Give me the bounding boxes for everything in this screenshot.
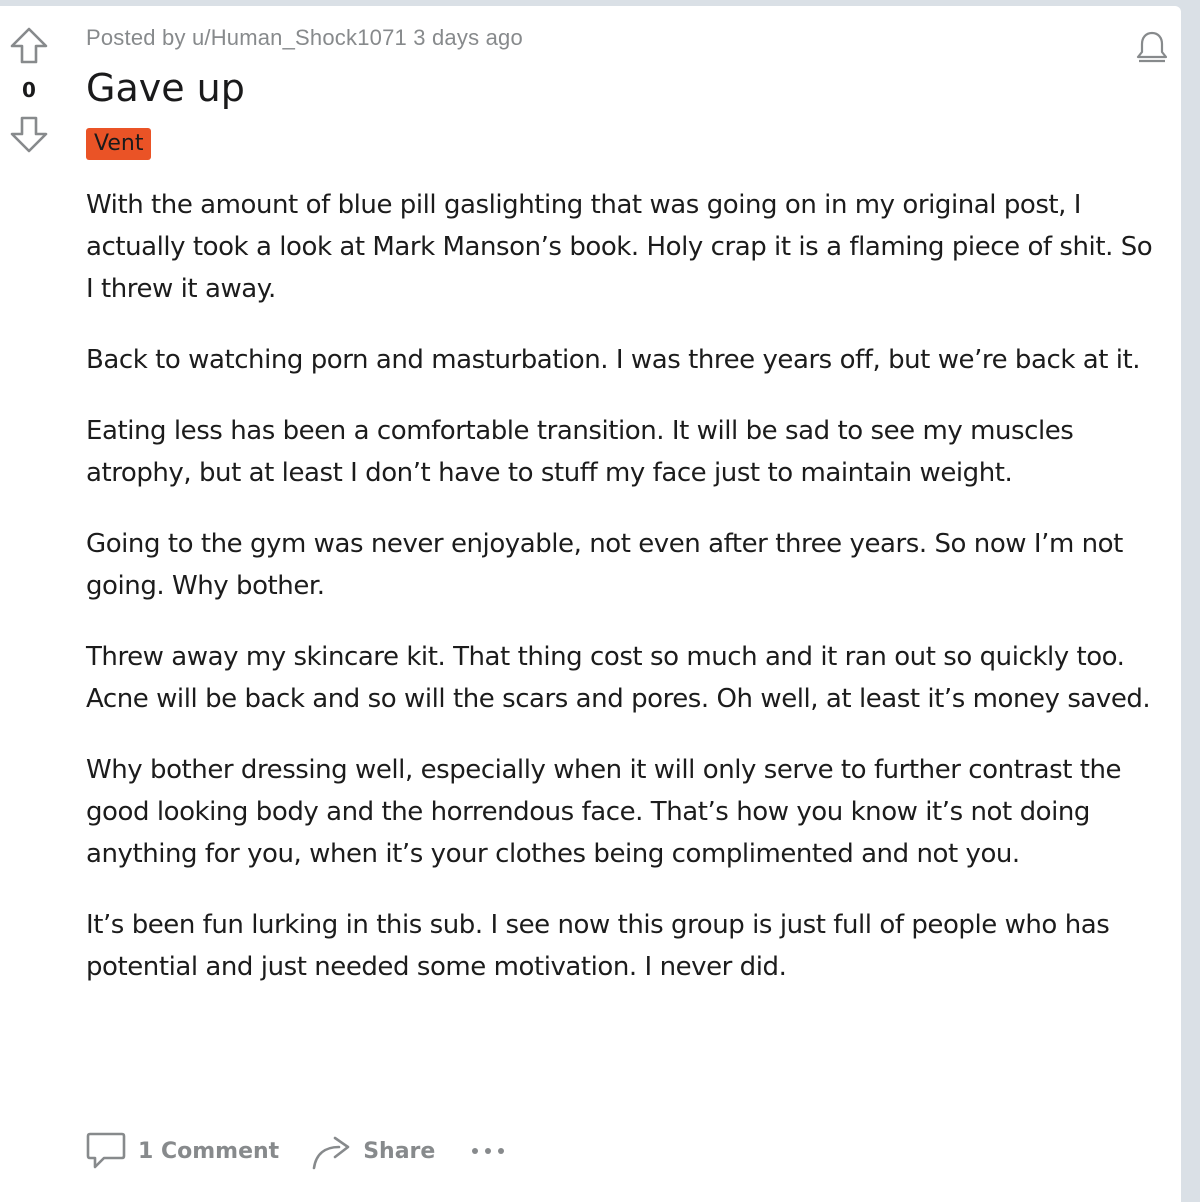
post-body: With the amount of blue pill gaslighting… [86,184,1166,988]
comments-label: 1 Comment [138,1138,280,1164]
body-paragraph: It’s been fun lurking in this sub. I see… [86,910,1110,982]
downvote-button[interactable] [7,112,51,156]
body-paragraph: Eating less has been a comfortable trans… [86,416,1074,488]
post-meta: Posted by u/Human_Shock1071 3 days ago [86,25,523,50]
comments-button[interactable]: 1 Comment [86,1130,279,1172]
vote-column: 0 [0,6,58,156]
upvote-arrow-icon [10,27,48,64]
post-flair[interactable]: Vent [86,128,152,160]
follow-post-button[interactable] [1135,30,1169,64]
body-paragraph: Going to the gym was never enjoyable, no… [86,529,1123,601]
share-button[interactable]: Share [311,1130,435,1172]
share-label: Share [363,1138,436,1164]
more-options-button[interactable] [471,1146,505,1156]
body-paragraph: Threw away my skincare kit. That thing c… [86,642,1151,714]
body-paragraph: With the amount of blue pill gaslighting… [86,190,1153,304]
vote-score: 0 [22,78,36,102]
downvote-arrow-icon [10,116,48,153]
more-dots-icon [472,1148,505,1154]
bell-icon [1136,31,1168,63]
body-paragraph: Back to watching porn and masturbation. … [86,345,1141,375]
post-card: 0 Posted by u/Human_Shock1071 3 days ago… [0,6,1181,1202]
post-title[interactable]: Gave up [86,65,1166,111]
post-content: Posted by u/Human_Shock1071 3 days ago G… [86,6,1166,1017]
comment-bubble-icon [86,1132,126,1169]
upvote-button[interactable] [7,24,51,68]
share-arrow-icon [312,1136,350,1170]
body-paragraph: Why bother dressing well, especially whe… [86,755,1122,869]
post-actions: 1 Comment Share [86,1130,505,1172]
